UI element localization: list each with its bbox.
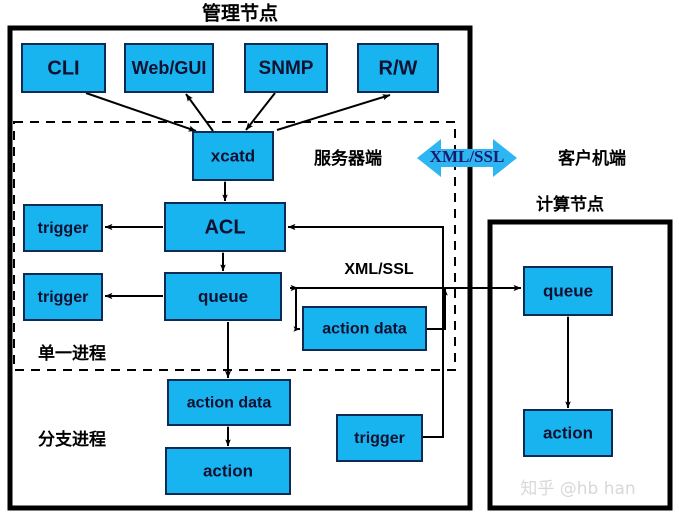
- node-xcatd[interactable]: xcatd: [192, 131, 274, 181]
- node-cli[interactable]: CLI: [21, 43, 106, 93]
- node-acl-label: ACL: [204, 216, 245, 238]
- node-queue-compute-label: queue: [543, 281, 593, 300]
- node-trigger-2[interactable]: trigger: [23, 273, 103, 321]
- node-action-branch[interactable]: action: [165, 447, 291, 495]
- node-snmp[interactable]: SNMP: [244, 43, 328, 93]
- node-rw[interactable]: R/W: [357, 43, 439, 93]
- compute-node-label: 计算节点: [536, 194, 604, 215]
- node-rw-label: R/W: [379, 57, 418, 79]
- node-action-data-mgmt-label: action data: [322, 321, 407, 338]
- node-action-data-mgmt[interactable]: action data: [302, 306, 427, 351]
- management-node-title: 管理节点: [202, 2, 278, 25]
- node-trigger-3-label: trigger: [354, 430, 405, 447]
- node-snmp-label: SNMP: [259, 58, 314, 79]
- diagram-canvas: 管理节点 XML/SSL 服务器端 客户机端 计算节点 单一进程 分支进程 XM…: [0, 0, 679, 516]
- node-queue-mgmt[interactable]: queue: [164, 272, 282, 321]
- xml-ssl-line-label: XML/SSL: [344, 261, 414, 278]
- node-web-gui[interactable]: Web/GUI: [124, 43, 214, 93]
- node-action-data-branch-label: action data: [187, 395, 272, 412]
- node-action-branch-label: action: [203, 461, 253, 480]
- node-trigger-1[interactable]: trigger: [23, 204, 103, 252]
- node-queue-mgmt-label: queue: [198, 287, 248, 306]
- node-trigger-2-label: trigger: [38, 289, 89, 306]
- client-side-label: 客户机端: [557, 148, 626, 169]
- architecture-diagram: 管理节点 XML/SSL 服务器端 客户机端 计算节点 单一进程 分支进程 XM…: [0, 0, 679, 516]
- node-trigger-1-label: trigger: [38, 220, 89, 237]
- single-process-label: 单一进程: [38, 343, 106, 364]
- node-queue-compute[interactable]: queue: [523, 266, 613, 316]
- node-xcatd-label: xcatd: [211, 146, 255, 165]
- branch-process-label: 分支进程: [38, 429, 106, 450]
- server-side-label: 服务器端: [314, 148, 382, 169]
- node-trigger-3[interactable]: trigger: [336, 414, 423, 462]
- node-web-gui-label: Web/GUI: [132, 58, 207, 78]
- xml-ssl-arrow-label: XML/SSL: [430, 147, 505, 166]
- watermark: 知乎 @hb han: [520, 479, 635, 499]
- node-action-compute[interactable]: action: [523, 409, 613, 457]
- node-action-data-branch[interactable]: action data: [167, 379, 291, 426]
- node-cli-label: CLI: [47, 57, 79, 79]
- node-acl[interactable]: ACL: [164, 202, 286, 252]
- node-action-compute-label: action: [543, 423, 593, 442]
